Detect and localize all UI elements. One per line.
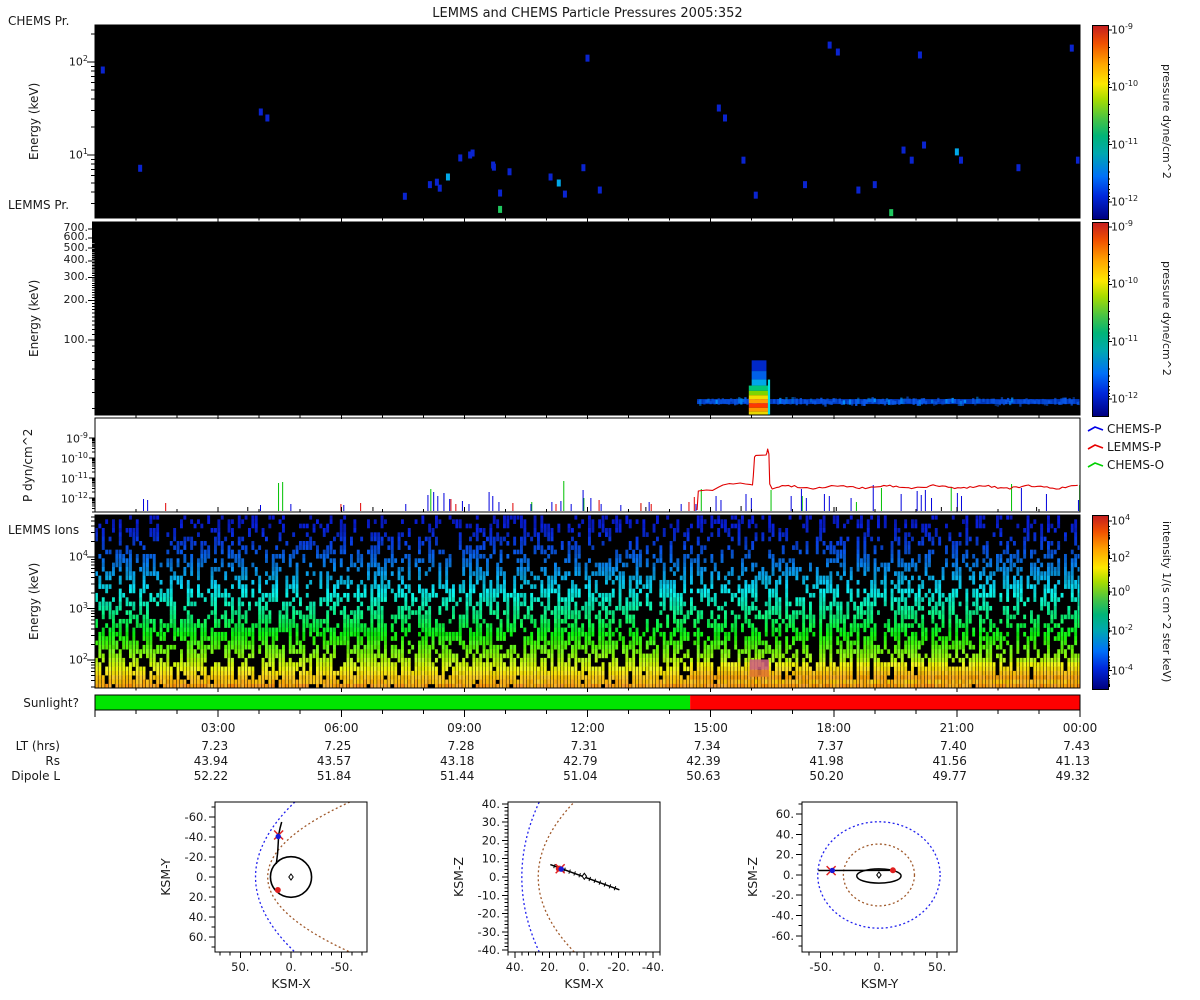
sunlight-label: Sunlight? — [23, 696, 79, 710]
pressure-colorbar-1 — [1092, 25, 1109, 220]
lt-value: 7.23 — [201, 739, 229, 753]
hour-label: 15:00 — [693, 721, 728, 735]
chems-ytick: 101 — [68, 147, 88, 162]
hour-label: 12:00 — [570, 721, 605, 735]
lemms-ytick: 200. — [63, 292, 89, 306]
lemms-ytick: 300. — [63, 269, 89, 283]
pressure-colorbar-1-tick: 10-11 — [1111, 136, 1139, 152]
orbit-plot-ksm-y-ksm-z: -50. 0. 50.60.40.20.0.-20.-40.-60.KSM-YKSM… — [745, 801, 958, 991]
lt-value: 7.43 — [1063, 739, 1090, 753]
intensity-colorbar-tick: 100 — [1111, 583, 1131, 599]
sunlight-bar — [95, 695, 1080, 710]
orbit-ylabel: KSM-Z — [745, 857, 760, 897]
pressure-colorbar-2-tick: 10-12 — [1111, 390, 1139, 406]
pressure-colorbar-2-tick: 10-9 — [1111, 219, 1133, 234]
dipole-value: 51.84 — [316, 769, 352, 783]
rs-value: 43.57 — [316, 754, 352, 768]
pressure-colorbar-1-tick: 10-12 — [1111, 193, 1139, 209]
chems-energy-axis-label: Energy (keV) — [27, 82, 41, 161]
row-label-rs: Rs — [45, 754, 60, 768]
pressure-colorbar-2 — [1092, 222, 1109, 417]
ions-ytick: 103 — [68, 600, 88, 616]
pressure-colorbar-label-1: pressure dyne/cm^2 — [1160, 64, 1173, 179]
intensity-colorbar — [1092, 515, 1109, 690]
pressure-ytick: 10-12 — [60, 490, 88, 506]
rs-value: 43.94 — [193, 754, 229, 768]
lt-value: 7.37 — [817, 739, 844, 753]
orbit-plot-ksm-x-ksm-z: 40. 20. 0. -20. -40.40.30.20.10.0.-10.-20.-3… — [451, 797, 664, 991]
rs-value: 41.56 — [932, 754, 967, 768]
hour-label: 00:00 — [1062, 721, 1098, 735]
lt-value: 7.31 — [570, 739, 598, 753]
rs-value: 41.98 — [809, 754, 844, 768]
intensity-colorbar-tick: 102 — [1111, 550, 1131, 565]
rs-value: 43.18 — [440, 754, 475, 768]
pressure-axis-label: P dyn/cm^2 — [21, 428, 35, 502]
dipole-value: 52.22 — [193, 769, 229, 783]
dipole-value: 50.63 — [686, 769, 721, 783]
hour-label: 06:00 — [323, 721, 359, 735]
ions-spectrogram — [95, 515, 1080, 688]
lemms-ytick: 100. — [63, 332, 89, 346]
dipole-value: 51.04 — [563, 769, 598, 783]
row-label-dipole-l: Dipole L — [11, 769, 60, 783]
dipole-value: 49.77 — [932, 769, 967, 783]
intensity-colorbar-label: intensity 1/(s cm^2 ster keV) — [1160, 520, 1173, 683]
lt-value: 7.28 — [447, 739, 475, 753]
legend-item-lemms-p: LEMMS-P — [1107, 440, 1162, 454]
pressure-line-plot — [95, 418, 1080, 512]
chems-spectrogram — [95, 25, 1080, 218]
pressure-ytick: 10-10 — [60, 450, 88, 466]
pressure-colorbar-2-tick: 10-10 — [1111, 276, 1139, 291]
rs-value: 42.39 — [686, 754, 721, 768]
orbit-xlabel: KSM-X — [564, 976, 604, 991]
figure-canvas: 50. 0. -50.-60.-40.-20.0.20.40.60.KSM-XKSM… — [87, 24, 1112, 991]
page-title: LEMMS and CHEMS Particle Pressures 2005:… — [432, 6, 743, 21]
pressure-colorbar-1-tick: 10-9 — [1111, 22, 1133, 37]
lt-value: 7.25 — [324, 739, 352, 753]
orbit-xlabel: KSM-Y — [861, 976, 899, 991]
hour-label: 09:00 — [447, 721, 482, 735]
hour-label: 21:00 — [939, 721, 975, 735]
lt-value: 7.40 — [940, 739, 967, 753]
ions-ytick: 104 — [68, 549, 88, 564]
rs-value: 41.13 — [1055, 754, 1090, 768]
dipole-value: 51.44 — [440, 769, 475, 783]
chems-ytick: 102 — [68, 54, 88, 69]
pressure-ytick: 10-11 — [60, 470, 88, 486]
legend-swatch-lemms-p — [1087, 444, 1104, 450]
legend-swatch-chems-o — [1087, 462, 1104, 468]
lemms-ytick: 500. — [63, 240, 89, 254]
lemms-ytick: 400. — [63, 253, 89, 267]
figure-root: 50. 0. -50. -60. -40. -20. 0. 20. 40. 60. KSM-X KSM… — [0, 0, 1200, 1000]
ions-ytick: 102 — [68, 652, 88, 667]
ions-panel-label: LEMMS Ions — [8, 523, 80, 537]
legend-swatch-chems-p — [1087, 426, 1104, 432]
intensity-colorbar-tick: 10-2 — [1111, 622, 1133, 638]
orbit-ylabel: KSM-Z — [451, 857, 466, 897]
orbit-xlabel: KSM-X — [271, 976, 311, 991]
dipole-value: 49.32 — [1055, 769, 1090, 783]
row-label-lt: LT (hrs) — [15, 739, 60, 753]
rs-value: 42.79 — [563, 754, 598, 768]
hour-label: 03:00 — [200, 721, 236, 735]
intensity-colorbar-tick: 104 — [1111, 513, 1131, 528]
legend-item-chems-p: CHEMS-P — [1107, 422, 1162, 436]
pressure-colorbar-2-tick: 10-11 — [1111, 333, 1139, 349]
lt-value: 7.34 — [693, 739, 721, 753]
dipole-value: 50.20 — [809, 769, 844, 783]
hour-label: 18:00 — [816, 721, 852, 735]
lemms-spectrogram — [95, 222, 1080, 415]
intensity-colorbar-tick: 10-4 — [1111, 662, 1133, 678]
pressure-ytick: 10-9 — [66, 430, 88, 446]
pressure-colorbar-1-tick: 10-10 — [1111, 79, 1139, 94]
legend-item-chems-o: CHEMS-O — [1107, 458, 1165, 472]
orbit-ylabel: KSM-Y — [158, 858, 173, 896]
orbit-plot-ksm-x-ksm-y: 50. 0. -50.-60.-40.-20.0.20.40.60.KSM-XKSM… — [158, 801, 368, 991]
pressure-colorbar-label-2: pressure dyne/cm^2 — [1160, 261, 1173, 376]
